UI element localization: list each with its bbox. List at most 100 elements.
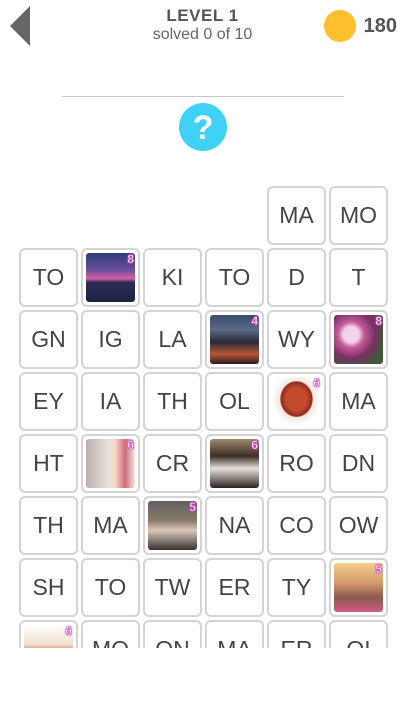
- letter-tile-label: ON: [155, 636, 190, 648]
- letter-tile-label: MA: [217, 636, 252, 648]
- letter-tile[interactable]: TH: [19, 496, 78, 555]
- letter-tile[interactable]: DN: [329, 434, 388, 493]
- picture-tile[interactable]: 6: [267, 372, 326, 431]
- letter-tile[interactable]: ON: [143, 620, 202, 648]
- letter-tile-label: OI: [346, 636, 370, 648]
- letter-tile-label: TH: [157, 388, 188, 414]
- letter-count-badge: 6: [251, 439, 258, 452]
- letter-tile[interactable]: GN: [19, 310, 78, 369]
- picture-tile[interactable]: 8: [329, 310, 388, 369]
- letter-tile[interactable]: OW: [329, 496, 388, 555]
- letter-tile-label: WY: [277, 326, 316, 352]
- letter-tile[interactable]: CR: [143, 434, 202, 493]
- girl-photo: 5: [334, 563, 383, 612]
- letter-tile-label: MA: [279, 202, 314, 228]
- letter-count-badge: 8: [127, 253, 134, 266]
- letter-tile[interactable]: MO: [329, 186, 388, 245]
- picture-tile[interactable]: 8: [81, 248, 140, 307]
- letter-tile[interactable]: ER: [205, 558, 264, 617]
- city-street-photo: 4: [210, 315, 259, 364]
- magnolia-photo: 8: [334, 315, 383, 364]
- mother-daughter-photo: 6: [86, 439, 135, 488]
- picture-tile[interactable]: 4: [205, 310, 264, 369]
- letter-tile-label: TO: [94, 574, 127, 600]
- letter-tile[interactable]: MA: [205, 620, 264, 648]
- letter-tile[interactable]: TY: [267, 558, 326, 617]
- letter-tile-label: MA: [341, 388, 376, 414]
- letter-tile[interactable]: TO: [205, 248, 264, 307]
- letter-tile[interactable]: MA: [81, 496, 140, 555]
- letter-tile-label: DN: [341, 450, 376, 476]
- letter-tile[interactable]: CO: [267, 496, 326, 555]
- letter-count-badge: 6: [127, 439, 134, 452]
- letter-tile[interactable]: D: [267, 248, 326, 307]
- kidney-photo: 6: [272, 377, 321, 426]
- letter-tile[interactable]: SH: [19, 558, 78, 617]
- letter-tile[interactable]: MA: [329, 372, 388, 431]
- letter-tile[interactable]: KI: [143, 248, 202, 307]
- question-mark-icon: ?: [192, 108, 214, 147]
- letter-tile-label: LA: [158, 326, 187, 352]
- letter-tile[interactable]: ER: [267, 620, 326, 648]
- letter-tile-label: GN: [31, 326, 66, 352]
- letter-tile[interactable]: NA: [205, 496, 264, 555]
- letter-count-badge: 4: [251, 315, 258, 328]
- coin-balance[interactable]: 180: [323, 10, 397, 42]
- letter-tile[interactable]: TW: [143, 558, 202, 617]
- sunset-photo: 8: [86, 253, 135, 302]
- answer-line: [62, 96, 344, 97]
- picture-tile[interactable]: 5: [329, 558, 388, 617]
- hint-button[interactable]: ?: [179, 103, 227, 151]
- letter-tile[interactable]: TO: [19, 248, 78, 307]
- letter-tile[interactable]: EY: [19, 372, 78, 431]
- letter-tile-label: EY: [33, 388, 64, 414]
- letter-tile[interactable]: IG: [81, 310, 140, 369]
- top-bar: LEVEL 1 solved 0 of 10 180: [0, 0, 405, 56]
- letter-tile-label: IG: [98, 326, 123, 352]
- tile-board: MA MO TO 8 KI TO D T GN IG LA 4 WY 8 EY IA TH OL 6 MA HT 6 CR 6…: [0, 186, 405, 648]
- letter-tile-label: TO: [32, 264, 65, 290]
- letter-tile-label: NA: [218, 512, 251, 538]
- letter-tile[interactable]: MA: [267, 186, 326, 245]
- letter-tile[interactable]: WY: [267, 310, 326, 369]
- letter-tile-label: TW: [154, 574, 191, 600]
- picture-tile[interactable]: 6: [19, 620, 78, 648]
- coin-icon: [323, 10, 356, 42]
- letter-tile-label: TO: [218, 264, 251, 290]
- letter-tile-label: TY: [281, 574, 312, 600]
- letter-tile-label: T: [351, 264, 366, 290]
- letter-tile-label: ER: [218, 574, 251, 600]
- letter-tile[interactable]: HT: [19, 434, 78, 493]
- letter-tile-label: OL: [219, 388, 250, 414]
- letter-tile[interactable]: IA: [81, 372, 140, 431]
- letter-tile[interactable]: OL: [205, 372, 264, 431]
- letter-tile[interactable]: RO: [267, 434, 326, 493]
- letter-tile[interactable]: TO: [81, 558, 140, 617]
- letter-tile-label: RO: [279, 450, 314, 476]
- picture-tile[interactable]: 5: [143, 496, 202, 555]
- letter-tile-label: MO: [92, 636, 129, 648]
- letter-tile-label: KI: [161, 264, 184, 290]
- letter-tile[interactable]: OI: [329, 620, 388, 648]
- crowd-photo: 5: [148, 501, 197, 550]
- letter-tile-label: IA: [99, 388, 122, 414]
- letter-tile-label: D: [288, 264, 305, 290]
- picture-tile[interactable]: 6: [81, 434, 140, 493]
- letter-tile[interactable]: TH: [143, 372, 202, 431]
- letter-count-badge: 5: [189, 501, 196, 514]
- fruit-photo: 6: [24, 625, 73, 648]
- letter-tile-label: CO: [279, 512, 314, 538]
- letter-tile-label: ER: [281, 636, 313, 648]
- letter-tile[interactable]: T: [329, 248, 388, 307]
- picture-tile[interactable]: 6: [205, 434, 264, 493]
- letter-tile[interactable]: LA: [143, 310, 202, 369]
- letter-tile-label: TH: [33, 512, 64, 538]
- letter-tile-label: MA: [93, 512, 128, 538]
- letter-tile-label: OW: [338, 512, 379, 538]
- letter-count-badge: 6: [313, 377, 320, 390]
- letter-count-badge: 5: [375, 563, 382, 576]
- letter-count-badge: 8: [375, 315, 382, 328]
- letter-tile-label: SH: [32, 574, 65, 600]
- letter-tile[interactable]: MO: [81, 620, 140, 648]
- letter-count-badge: 6: [65, 625, 72, 638]
